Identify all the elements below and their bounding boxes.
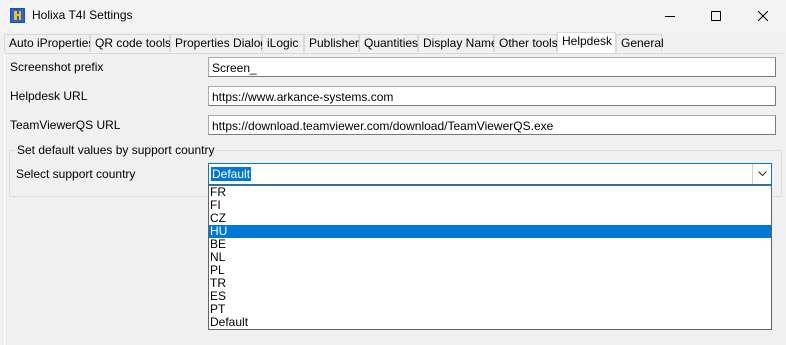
- dropdown-option-hu[interactable]: HU: [209, 225, 771, 238]
- dropdown-option-fi[interactable]: FI: [209, 199, 771, 212]
- tab-auto-iproperties[interactable]: Auto iProperties: [4, 34, 94, 52]
- dropdown-button[interactable]: [752, 164, 771, 184]
- window-title: Holixa T4I Settings: [32, 8, 133, 22]
- dropdown-option-tr[interactable]: TR: [209, 277, 771, 290]
- dropdown-option-default[interactable]: Default: [209, 316, 771, 329]
- teamviewer-url-input[interactable]: https://download.teamviewer.com/download…: [208, 115, 776, 135]
- dropdown-option-be[interactable]: BE: [209, 238, 771, 251]
- tab-ilogic[interactable]: iLogic: [262, 34, 304, 52]
- support-country-value: Default: [211, 167, 252, 181]
- close-button[interactable]: [740, 0, 786, 32]
- helpdesk-url-input[interactable]: https://www.arkance-systems.com: [208, 86, 776, 106]
- support-group-title: Set default values by support country: [15, 143, 217, 157]
- title-bar: Holixa T4I Settings: [0, 0, 786, 32]
- tab-display-name[interactable]: Display Name: [418, 34, 498, 52]
- minimize-icon: [665, 16, 675, 17]
- support-country-label: Select support country: [16, 167, 136, 181]
- chevron-down-icon: [757, 171, 767, 177]
- dropdown-option-nl[interactable]: NL: [209, 251, 771, 264]
- maximize-icon: [711, 11, 721, 21]
- dropdown-option-fr[interactable]: FR: [209, 186, 771, 199]
- dropdown-option-pl[interactable]: PL: [209, 264, 771, 277]
- tab-qr-code-tools[interactable]: QR code tools: [90, 34, 171, 52]
- minimize-button[interactable]: [647, 0, 693, 32]
- maximize-button[interactable]: [693, 0, 739, 32]
- screenshot-prefix-input[interactable]: Screen_: [208, 57, 776, 77]
- tab-general[interactable]: General: [616, 34, 664, 52]
- dropdown-option-es[interactable]: ES: [209, 290, 771, 303]
- tab-publisher[interactable]: Publisher: [304, 34, 359, 52]
- app-icon: [10, 8, 25, 23]
- tab-helpdesk[interactable]: Helpdesk: [557, 32, 616, 53]
- tab-properties-dialog[interactable]: Properties Dialog: [170, 34, 267, 52]
- tab-quantities[interactable]: Quantities: [359, 34, 418, 52]
- tab-other-tools[interactable]: Other tools: [494, 34, 558, 52]
- tab-strip: Auto iProperties QR code tools Propertie…: [4, 32, 782, 53]
- dropdown-option-cz[interactable]: CZ: [209, 212, 771, 225]
- helpdesk-url-label: Helpdesk URL: [10, 89, 88, 103]
- close-icon: [758, 11, 768, 21]
- teamviewer-url-label: TeamViewerQS URL: [10, 118, 121, 132]
- screenshot-prefix-label: Screenshot prefix: [10, 60, 104, 74]
- support-country-select[interactable]: Default: [208, 163, 772, 185]
- dropdown-option-pt[interactable]: PT: [209, 303, 771, 316]
- support-country-dropdown-list: FR FI CZ HU BE NL PL TR ES PT Default: [208, 185, 772, 330]
